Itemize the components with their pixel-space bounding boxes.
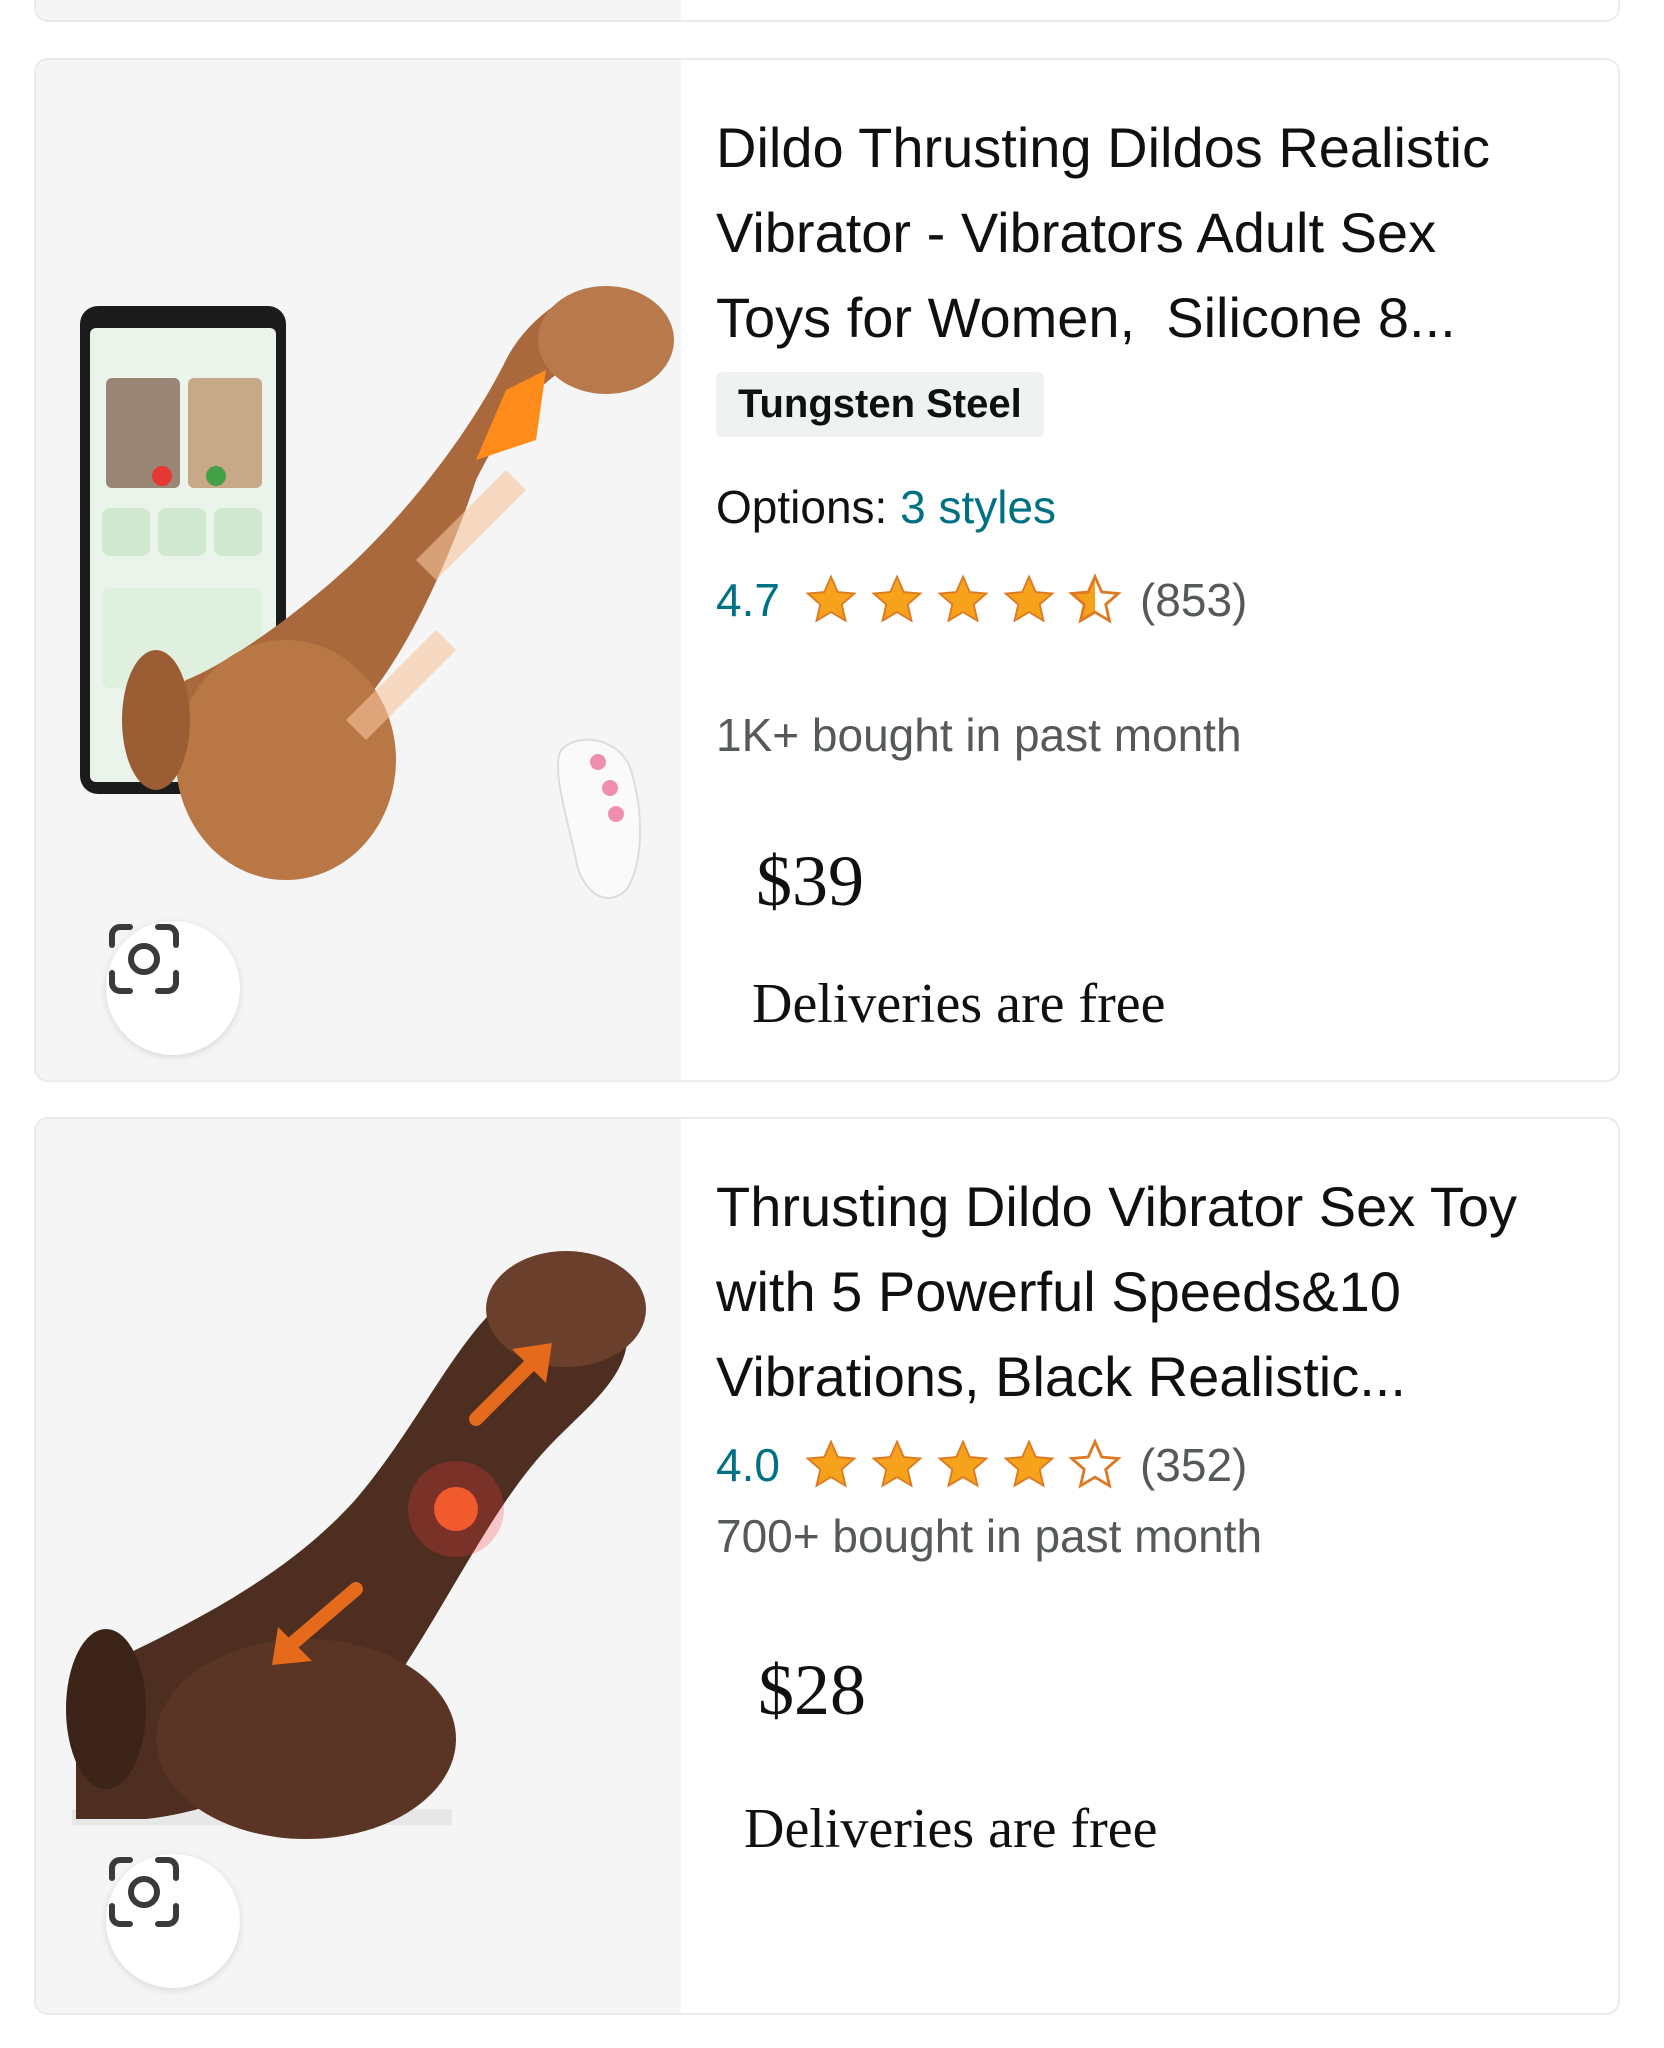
product-shape	[66, 1251, 646, 1839]
product-image-area[interactable]	[36, 60, 681, 1080]
product-card[interactable]: Dildo Thrusting Dildos Realistic Vibrato…	[34, 58, 1620, 1082]
star-full-icon	[937, 574, 989, 623]
options-row: Options: 3 styles	[716, 480, 1056, 534]
rating-value: 4.7	[716, 574, 780, 626]
price: $28	[758, 1650, 866, 1730]
camera-lens-icon[interactable]	[106, 921, 240, 1055]
star-rating	[798, 1437, 1128, 1493]
product-title[interactable]: Thrusting Dildo Vibrator Sex Toy with 5 …	[716, 1164, 1517, 1419]
product-card[interactable]: Thrusting Dildo Vibrator Sex Toy with 5 …	[34, 1117, 1620, 2015]
title-line: Toys for Women, Silicone 8...	[716, 286, 1456, 349]
bought-count: 1K+ bought in past month	[716, 709, 1242, 761]
rating-value: 4.0	[716, 1439, 780, 1491]
star-full-icon	[871, 574, 923, 623]
star-half-icon	[1068, 573, 1122, 624]
star-full-icon	[937, 1439, 989, 1488]
star-empty-icon	[1068, 1438, 1122, 1489]
options-link[interactable]: 3 styles	[900, 481, 1056, 533]
star-full-icon	[1003, 1439, 1055, 1488]
title-line: Vibrations, Black Realistic...	[716, 1345, 1406, 1408]
product-card-partial[interactable]	[34, 0, 1620, 22]
rating-row[interactable]: 4.7 (853)	[716, 572, 1247, 628]
variant-badge: Tungsten Steel	[716, 372, 1044, 437]
title-line: Thrusting Dildo Vibrator Sex Toy	[716, 1175, 1517, 1238]
delivery-info: Deliveries are free	[752, 973, 1166, 1035]
review-count: (352)	[1139, 1439, 1248, 1491]
title-line: with 5 Powerful Speeds&10	[716, 1260, 1401, 1323]
star-full-icon	[871, 1439, 923, 1488]
title-line: Dildo Thrusting Dildos Realistic	[716, 116, 1490, 179]
bought-count: 700+ bought in past month	[716, 1510, 1263, 1562]
remote-illustration	[557, 738, 642, 900]
star-rating	[798, 572, 1128, 628]
star-full-icon	[805, 1439, 857, 1488]
title-line: Vibrator - Vibrators Adult Sex	[716, 201, 1437, 264]
rating-row[interactable]: 4.0 (352)	[716, 1437, 1247, 1493]
star-full-icon	[805, 574, 857, 623]
options-label: Options:	[716, 481, 888, 533]
product-image-area[interactable]	[36, 1119, 681, 2013]
price: $39	[756, 841, 864, 921]
camera-lens-icon[interactable]	[106, 1854, 240, 1988]
star-full-icon	[1003, 574, 1055, 623]
product-image-area[interactable]	[36, 0, 681, 20]
review-count: (853)	[1139, 574, 1248, 626]
delivery-info: Deliveries are free	[744, 1798, 1158, 1860]
product-title[interactable]: Dildo Thrusting Dildos Realistic Vibrato…	[716, 105, 1490, 360]
